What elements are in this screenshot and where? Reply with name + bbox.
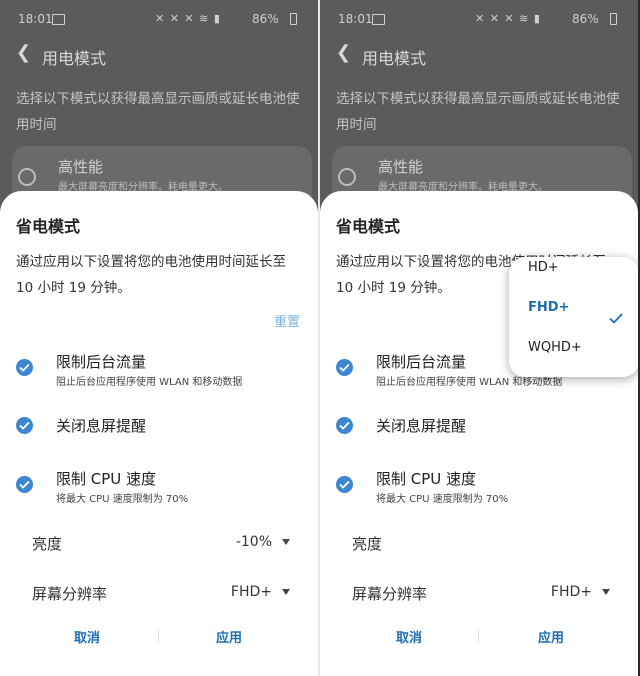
- resolution-value[interactable]: FHD+: [551, 584, 592, 600]
- resolution-value[interactable]: FHD+: [231, 584, 272, 600]
- checkmark-icon: [609, 309, 623, 328]
- setting-limit-background[interactable]: 限制后台流量 阻止后台应用程序使用 WLAN 和移动数据: [0, 349, 318, 389]
- app-bar: ❮ 用电模式: [320, 40, 638, 72]
- dropdown-arrow-icon[interactable]: [602, 589, 610, 595]
- high-performance-title: 高性能: [58, 158, 104, 176]
- setting-title: 关闭息屏提醒: [376, 417, 467, 435]
- check-icon[interactable]: [336, 359, 353, 376]
- status-icons: ✕ ✕ ✕ ≋ ▮: [155, 12, 221, 25]
- resolution-label: 屏幕分辨率: [32, 585, 108, 603]
- radio-high-performance[interactable]: [18, 168, 36, 186]
- page-title: 用电模式: [362, 49, 427, 68]
- setting-limit-cpu[interactable]: 限制 CPU 速度 将最大 CPU 速度限制为 70%: [320, 466, 638, 506]
- sheet-description: 通过应用以下设置将您的电池使用时间延长至 10 小时 19 分钟。: [16, 254, 286, 296]
- check-icon[interactable]: [16, 359, 33, 376]
- setting-disable-aod[interactable]: 关闭息屏提醒: [0, 413, 318, 443]
- setting-limit-cpu[interactable]: 限制 CPU 速度 将最大 CPU 速度限制为 70%: [0, 466, 318, 506]
- check-icon[interactable]: [16, 417, 33, 434]
- resolution-option-wqhd[interactable]: WQHD+: [528, 340, 582, 355]
- apply-button[interactable]: 应用: [538, 627, 564, 646]
- status-bar: 18:01 ✕ ✕ ✕ ≋ ▮ 86%: [0, 0, 318, 38]
- battery-icon: [290, 13, 297, 25]
- check-icon[interactable]: [16, 476, 33, 493]
- phone-screen-right: 18:01 ✕ ✕ ✕ ≋ ▮ 86% ❮ 用电模式 选择以下模式以获得最高显示…: [320, 0, 638, 676]
- setting-title: 限制后台流量: [56, 353, 147, 371]
- gallery-icon: [52, 14, 65, 25]
- dropdown-arrow-icon[interactable]: [282, 539, 290, 545]
- setting-title: 限制后台流量: [376, 353, 467, 371]
- app-bar: ❮ 用电模式: [0, 40, 318, 72]
- sheet-title: 省电模式: [336, 217, 401, 236]
- setting-subtitle: 将最大 CPU 速度限制为 70%: [376, 494, 509, 505]
- back-arrow-icon[interactable]: ❮: [336, 42, 351, 63]
- setting-subtitle: 阻止后台应用程序使用 WLAN 和移动数据: [56, 377, 243, 388]
- phone-screen-left: 18:01 ✕ ✕ ✕ ≋ ▮ 86% ❮ 用电模式 选择以下模式以获得最高显示…: [0, 0, 318, 676]
- brightness-label: 亮度: [352, 535, 383, 553]
- sheet-title: 省电模式: [16, 217, 81, 236]
- reset-link[interactable]: 重置: [274, 311, 300, 330]
- brightness-value[interactable]: -10%: [236, 534, 272, 550]
- gallery-icon: [372, 14, 385, 25]
- resolution-option-fhd[interactable]: FHD+: [528, 300, 569, 315]
- cancel-button[interactable]: 取消: [74, 627, 100, 646]
- button-divider: [158, 629, 159, 643]
- back-arrow-icon[interactable]: ❮: [16, 42, 31, 63]
- setting-title: 关闭息屏提醒: [56, 417, 147, 435]
- power-saving-sheet: 省电模式 通过应用以下设置将您的电池使用时间延长至 10 小时 19 分钟。 重…: [0, 191, 318, 676]
- resolution-option-hd[interactable]: HD+: [528, 260, 559, 275]
- battery-level: 86%: [572, 12, 599, 26]
- brightness-label: 亮度: [32, 535, 63, 553]
- dropdown-arrow-icon[interactable]: [282, 589, 290, 595]
- setting-title: 限制 CPU 速度: [56, 470, 157, 488]
- resolution-label: 屏幕分辨率: [352, 585, 428, 603]
- battery-level: 86%: [252, 12, 279, 26]
- status-time: 18:01: [338, 12, 373, 26]
- page-title: 用电模式: [42, 49, 107, 68]
- check-icon[interactable]: [336, 417, 353, 434]
- status-time: 18:01: [18, 12, 53, 26]
- apply-button[interactable]: 应用: [216, 627, 242, 646]
- high-performance-title: 高性能: [378, 158, 424, 176]
- button-divider: [478, 629, 479, 643]
- cancel-button[interactable]: 取消: [396, 627, 422, 646]
- page-description: 选择以下模式以获得最高显示画质或延长电池使用时间: [16, 91, 300, 133]
- setting-subtitle: 将最大 CPU 速度限制为 70%: [56, 494, 189, 505]
- page-description: 选择以下模式以获得最高显示画质或延长电池使用时间: [336, 91, 620, 133]
- status-icons: ✕ ✕ ✕ ≋ ▮: [475, 12, 541, 25]
- battery-icon: [610, 13, 617, 25]
- setting-title: 限制 CPU 速度: [376, 470, 477, 488]
- radio-high-performance[interactable]: [338, 168, 356, 186]
- status-bar: 18:01 ✕ ✕ ✕ ≋ ▮ 86%: [320, 0, 638, 38]
- setting-disable-aod[interactable]: 关闭息屏提醒: [320, 413, 638, 443]
- check-icon[interactable]: [336, 476, 353, 493]
- resolution-dropdown: HD+ FHD+ WQHD+: [509, 257, 638, 377]
